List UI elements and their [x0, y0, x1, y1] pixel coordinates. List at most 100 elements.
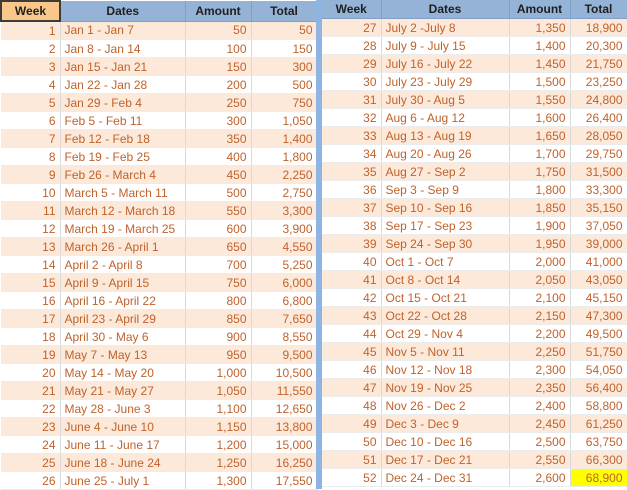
dates-cell[interactable]: Oct 15 - Oct 21	[381, 288, 510, 307]
total-cell[interactable]: 16,250	[251, 453, 318, 472]
week-cell[interactable]: 44	[322, 324, 382, 343]
total-cell[interactable]: 43,050	[570, 270, 627, 289]
total-cell[interactable]: 9,500	[251, 345, 318, 364]
dates-cell[interactable]: Nov 12 - Nov 18	[381, 360, 510, 379]
header-total[interactable]: Total	[570, 0, 627, 19]
amount-cell[interactable]: 1,800	[509, 180, 571, 199]
dates-cell[interactable]: May 21 - May 27	[60, 381, 186, 400]
header-week[interactable]: Week	[322, 0, 382, 19]
total-cell[interactable]: 31,500	[570, 162, 627, 181]
total-cell[interactable]: 18,900	[570, 18, 627, 37]
week-cell[interactable]: 21	[1, 381, 61, 400]
amount-cell[interactable]: 1,700	[509, 144, 571, 163]
week-cell[interactable]: 30	[322, 72, 382, 91]
amount-cell[interactable]: 1,750	[509, 162, 571, 181]
amount-cell[interactable]: 1,400	[509, 36, 571, 55]
dates-cell[interactable]: March 19 - March 25	[60, 219, 186, 238]
week-cell[interactable]: 46	[322, 360, 382, 379]
dates-cell[interactable]: July 30 - Aug 5	[381, 90, 510, 109]
header-amount[interactable]: Amount	[509, 0, 571, 19]
dates-cell[interactable]: July 23 - July 29	[381, 72, 510, 91]
amount-cell[interactable]: 950	[185, 345, 252, 364]
week-cell[interactable]: 49	[322, 414, 382, 433]
total-cell[interactable]: 2,750	[251, 183, 318, 202]
week-cell[interactable]: 8	[1, 147, 61, 166]
amount-cell[interactable]: 2,350	[509, 378, 571, 397]
amount-cell[interactable]: 900	[185, 327, 252, 346]
week-cell[interactable]: 50	[322, 432, 382, 451]
week-cell[interactable]: 31	[322, 90, 382, 109]
dates-cell[interactable]: June 4 - June 10	[60, 417, 186, 436]
week-cell[interactable]: 43	[322, 306, 382, 325]
amount-cell[interactable]: 400	[185, 147, 252, 166]
amount-cell[interactable]: 2,600	[509, 468, 571, 487]
dates-cell[interactable]: Feb 19 - Feb 25	[60, 147, 186, 166]
amount-cell[interactable]: 2,100	[509, 288, 571, 307]
dates-cell[interactable]: Dec 24 - Dec 31	[381, 468, 510, 487]
amount-cell[interactable]: 1,250	[185, 453, 252, 472]
dates-cell[interactable]: Oct 1 - Oct 7	[381, 252, 510, 271]
week-cell[interactable]: 33	[322, 126, 382, 145]
week-cell[interactable]: 39	[322, 234, 382, 253]
amount-cell[interactable]: 650	[185, 237, 252, 256]
dates-cell[interactable]: March 5 - March 11	[60, 183, 186, 202]
amount-cell[interactable]: 2,400	[509, 396, 571, 415]
total-cell[interactable]: 11,550	[251, 381, 318, 400]
amount-cell[interactable]: 2,000	[509, 252, 571, 271]
dates-cell[interactable]: Feb 5 - Feb 11	[60, 111, 186, 130]
week-cell[interactable]: 3	[1, 57, 61, 76]
dates-cell[interactable]: Aug 27 - Sep 2	[381, 162, 510, 181]
week-cell[interactable]: 38	[322, 216, 382, 235]
week-cell[interactable]: 7	[1, 129, 61, 148]
week-cell[interactable]: 41	[322, 270, 382, 289]
dates-cell[interactable]: April 23 - April 29	[60, 309, 186, 328]
amount-cell[interactable]: 1,500	[509, 72, 571, 91]
header-total[interactable]: Total	[251, 1, 318, 22]
total-cell[interactable]: 54,050	[570, 360, 627, 379]
amount-cell[interactable]: 600	[185, 219, 252, 238]
dates-cell[interactable]: Jan 1 - Jan 7	[60, 21, 186, 40]
amount-cell[interactable]: 2,150	[509, 306, 571, 325]
header-amount[interactable]: Amount	[185, 1, 252, 22]
amount-cell[interactable]: 250	[185, 93, 252, 112]
week-cell[interactable]: 15	[1, 273, 61, 292]
amount-cell[interactable]: 1,050	[185, 381, 252, 400]
dates-cell[interactable]: Dec 17 - Dec 21	[381, 450, 510, 469]
total-cell[interactable]: 20,300	[570, 36, 627, 55]
total-cell[interactable]: 8,550	[251, 327, 318, 346]
total-cell[interactable]: 51,750	[570, 342, 627, 361]
total-cell[interactable]: 50	[251, 21, 318, 40]
dates-cell[interactable]: May 28 - June 3	[60, 399, 186, 418]
amount-cell[interactable]: 450	[185, 165, 252, 184]
week-cell[interactable]: 25	[1, 453, 61, 472]
week-cell[interactable]: 32	[322, 108, 382, 127]
amount-cell[interactable]: 2,300	[509, 360, 571, 379]
total-cell[interactable]: 1,800	[251, 147, 318, 166]
week-cell[interactable]: 24	[1, 435, 61, 454]
amount-cell[interactable]: 1,150	[185, 417, 252, 436]
week-cell[interactable]: 36	[322, 180, 382, 199]
total-cell[interactable]: 28,050	[570, 126, 627, 145]
dates-cell[interactable]: Jan 15 - Jan 21	[60, 57, 186, 76]
dates-cell[interactable]: Nov 19 - Nov 25	[381, 378, 510, 397]
dates-cell[interactable]: Aug 6 - Aug 12	[381, 108, 510, 127]
dates-cell[interactable]: June 18 - June 24	[60, 453, 186, 472]
dates-cell[interactable]: Aug 13 - Aug 19	[381, 126, 510, 145]
total-cell[interactable]: 56,400	[570, 378, 627, 397]
week-cell[interactable]: 47	[322, 378, 382, 397]
amount-cell[interactable]: 1,300	[185, 471, 252, 490]
total-cell[interactable]: 5,250	[251, 255, 318, 274]
amount-cell[interactable]: 200	[185, 75, 252, 94]
total-cell[interactable]: 3,300	[251, 201, 318, 220]
amount-cell[interactable]: 300	[185, 111, 252, 130]
week-cell[interactable]: 35	[322, 162, 382, 181]
week-cell[interactable]: 26	[1, 471, 61, 490]
dates-cell[interactable]: June 25 - July 1	[60, 471, 186, 490]
amount-cell[interactable]: 2,250	[509, 342, 571, 361]
total-cell[interactable]: 4,550	[251, 237, 318, 256]
total-cell[interactable]: 17,550	[251, 471, 318, 490]
total-cell[interactable]: 21,750	[570, 54, 627, 73]
dates-cell[interactable]: July 16 - July 22	[381, 54, 510, 73]
total-cell[interactable]: 58,800	[570, 396, 627, 415]
total-cell[interactable]: 13,800	[251, 417, 318, 436]
